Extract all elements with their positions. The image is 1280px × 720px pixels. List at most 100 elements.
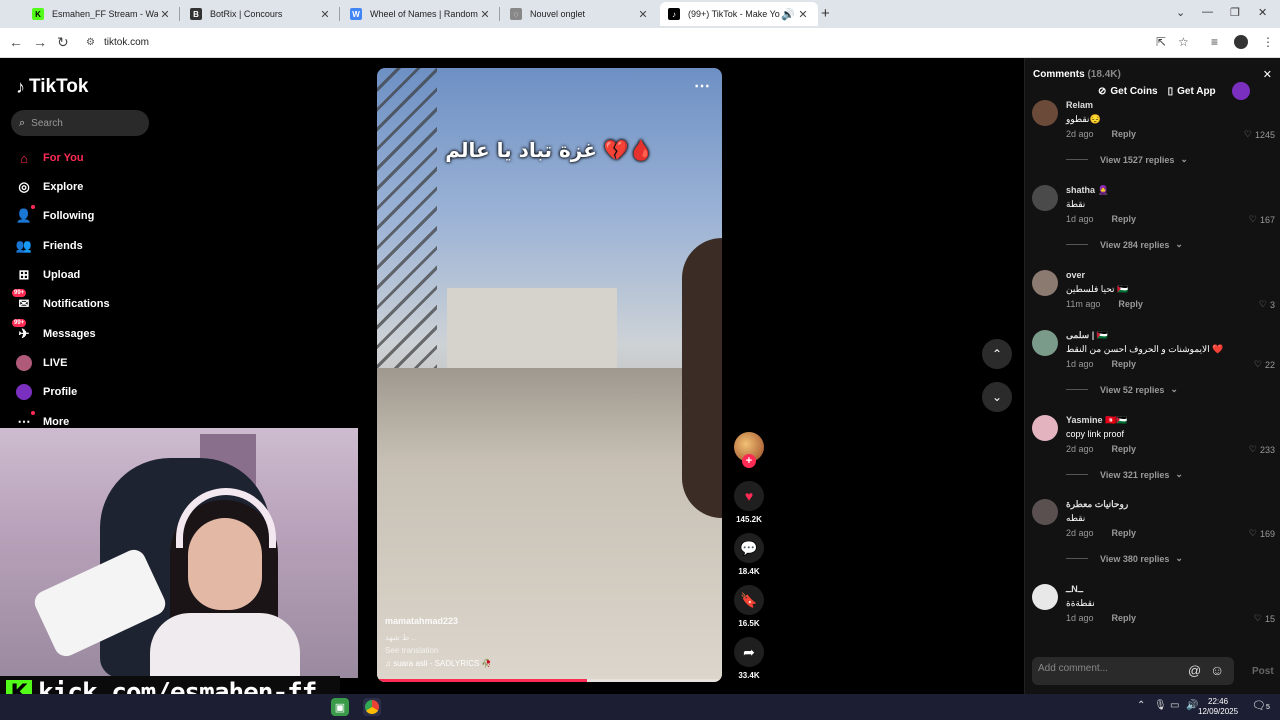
speaker-icon[interactable]: 🔊: [780, 8, 796, 21]
user-avatar[interactable]: [1231, 82, 1250, 100]
avatar[interactable]: [1032, 100, 1058, 126]
comment-user[interactable]: shatha 🧕: [1066, 185, 1109, 196]
comment-user[interactable]: ــNــ: [1066, 584, 1083, 595]
avatar[interactable]: [1032, 499, 1058, 525]
url-field[interactable]: tiktok.com: [104, 37, 149, 48]
video-progress-bar[interactable]: [377, 679, 722, 682]
avatar[interactable]: [1032, 270, 1058, 296]
sidebar-item-explore[interactable]: ◎ Explore: [16, 179, 83, 195]
comment-like-button[interactable]: ♡ 233: [1249, 444, 1275, 455]
view-replies-button[interactable]: View 284 replies ⌄: [1066, 239, 1183, 250]
comment-like-button[interactable]: ♡ 169: [1249, 528, 1275, 539]
minimize-icon[interactable]: —: [1202, 6, 1213, 18]
avatar[interactable]: [1032, 584, 1058, 610]
avatar[interactable]: [1032, 415, 1058, 441]
comment-like-button[interactable]: ♡ 15: [1254, 613, 1275, 624]
avatar[interactable]: [1032, 185, 1058, 211]
taskbar-clock[interactable]: 22:46 12/09/2025: [1198, 697, 1238, 717]
new-tab-button[interactable]: +: [821, 5, 830, 22]
tab-kick-stream[interactable]: K Esmahen_FF Stream - Watch Li... ✕: [24, 2, 180, 26]
microphone-icon[interactable]: 🎙: [1154, 700, 1167, 711]
search-box[interactable]: ⌕: [11, 110, 149, 136]
tab-tiktok[interactable]: ♪ (99+) TikTok - Make Your Da... 🔊 ✕: [660, 2, 818, 26]
tab-wheel-of-names[interactable]: W Wheel of Names | Random nam... ✕: [342, 2, 500, 26]
comment-user[interactable]: سلمى | 🇵🇸: [1066, 330, 1108, 341]
site-info-icon[interactable]: ⚙: [86, 37, 95, 48]
reply-button[interactable]: Reply: [1112, 214, 1137, 224]
comment-like-button[interactable]: ♡ 1245: [1244, 129, 1275, 140]
comment-user[interactable]: روحانيات معطرة: [1066, 499, 1128, 510]
chrome-icon[interactable]: [363, 698, 381, 716]
share-button[interactable]: ➦ 33.4K: [733, 637, 765, 680]
tiktok-logo[interactable]: ♪ TikTok: [16, 76, 88, 98]
see-translation-link[interactable]: See translation: [385, 646, 438, 655]
sidebar-item-live[interactable]: LIVE: [16, 355, 67, 371]
next-video-button[interactable]: ⌄: [982, 382, 1012, 412]
comment-button[interactable]: 💬 18.4K: [733, 533, 765, 576]
tab-botrix[interactable]: B BotRix | Concours ✕: [182, 2, 340, 26]
close-icon[interactable]: ✕: [158, 8, 172, 21]
close-icon[interactable]: ✕: [478, 8, 492, 21]
media-controls-icon[interactable]: ≡: [1211, 35, 1218, 49]
app-icon[interactable]: ▣: [331, 698, 349, 716]
reply-button[interactable]: Reply: [1112, 129, 1137, 139]
view-replies-button[interactable]: View 1527 replies ⌄: [1066, 154, 1188, 165]
tab-new-tab[interactable]: ◌ Nouvel onglet ✕: [502, 2, 658, 26]
video-music[interactable]: ♫ suara asli - SADLYRICS 🥀: [385, 659, 492, 668]
video-author[interactable]: mamatahmad223: [385, 616, 458, 626]
more-options-icon[interactable]: ⋯: [694, 76, 710, 96]
view-replies-button[interactable]: View 52 replies ⌄: [1066, 384, 1178, 395]
post-button[interactable]: Post: [1252, 666, 1274, 677]
reply-button[interactable]: Reply: [1112, 444, 1137, 454]
sidebar-item-profile[interactable]: Profile: [16, 384, 77, 400]
comment-like-button[interactable]: ♡ 22: [1254, 359, 1275, 370]
forward-icon[interactable]: →: [33, 34, 47, 50]
comment-input[interactable]: [1038, 663, 1178, 674]
previous-video-button[interactable]: ⌃: [982, 339, 1012, 369]
back-icon[interactable]: ←: [9, 34, 23, 50]
sidebar-item-for-you[interactable]: ⌂ For You: [16, 150, 83, 166]
close-icon[interactable]: ✕: [796, 8, 810, 21]
reload-icon[interactable]: ↻: [57, 34, 69, 51]
comment-user[interactable]: over: [1066, 270, 1085, 280]
get-app-button[interactable]: ▯ Get App: [1168, 86, 1216, 97]
comment-user[interactable]: Yasmine 🇹🇳🇵🇸: [1066, 415, 1127, 426]
profile-avatar-icon[interactable]: [1234, 35, 1248, 49]
reply-button[interactable]: Reply: [1112, 359, 1137, 369]
search-input[interactable]: [31, 117, 132, 129]
close-icon[interactable]: ✕: [318, 8, 332, 21]
tab-search-icon[interactable]: ⌄: [1176, 6, 1185, 19]
install-app-icon[interactable]: ⇱: [1156, 35, 1166, 49]
tray-chevron-icon[interactable]: ⌃: [1137, 700, 1145, 711]
volume-icon[interactable]: 🔊: [1186, 700, 1198, 711]
network-icon[interactable]: ▭: [1170, 700, 1179, 711]
save-button[interactable]: 🔖 16.5K: [733, 585, 765, 628]
like-button[interactable]: ♥ 145.2K: [733, 481, 765, 524]
sidebar-item-upload[interactable]: ⊞ Upload: [16, 267, 81, 283]
reply-button[interactable]: Reply: [1112, 613, 1137, 623]
restore-icon[interactable]: ❐: [1230, 6, 1240, 19]
sidebar-item-friends[interactable]: 👥 Friends: [16, 238, 83, 254]
comment-like-button[interactable]: ♡ 3: [1259, 299, 1275, 310]
browser-menu-icon[interactable]: ⋮: [1262, 35, 1274, 49]
comment-user[interactable]: Relam: [1066, 100, 1093, 110]
mention-icon[interactable]: @: [1188, 663, 1201, 678]
close-comments-icon[interactable]: ✕: [1263, 68, 1272, 81]
sidebar-item-following[interactable]: 👤 Following: [16, 205, 94, 224]
get-coins-button[interactable]: ⊘ Get Coins: [1098, 86, 1158, 97]
follow-button[interactable]: +: [742, 454, 756, 468]
reply-button[interactable]: Reply: [1118, 299, 1143, 309]
comment-like-button[interactable]: ♡ 167: [1249, 214, 1275, 225]
emoji-icon[interactable]: ☺: [1210, 662, 1224, 678]
view-replies-button[interactable]: View 380 replies ⌄: [1066, 553, 1183, 564]
sidebar-item-notifications[interactable]: ✉ 99+ Notifications: [12, 289, 110, 312]
window-close-icon[interactable]: ✕: [1258, 6, 1267, 19]
reply-button[interactable]: Reply: [1112, 528, 1137, 538]
bookmark-star-icon[interactable]: ☆: [1178, 35, 1189, 49]
notification-center-button[interactable]: 🗨5: [1252, 699, 1270, 712]
avatar[interactable]: [1032, 330, 1058, 356]
video-player[interactable]: غزة تباد يا عالم 💔🩸 ⋯ mamatahmad223 ط شه…: [377, 68, 722, 682]
view-replies-button[interactable]: View 321 replies ⌄: [1066, 469, 1183, 480]
sidebar-item-messages[interactable]: ✈ 99+ Messages: [12, 319, 96, 342]
close-icon[interactable]: ✕: [636, 8, 650, 21]
